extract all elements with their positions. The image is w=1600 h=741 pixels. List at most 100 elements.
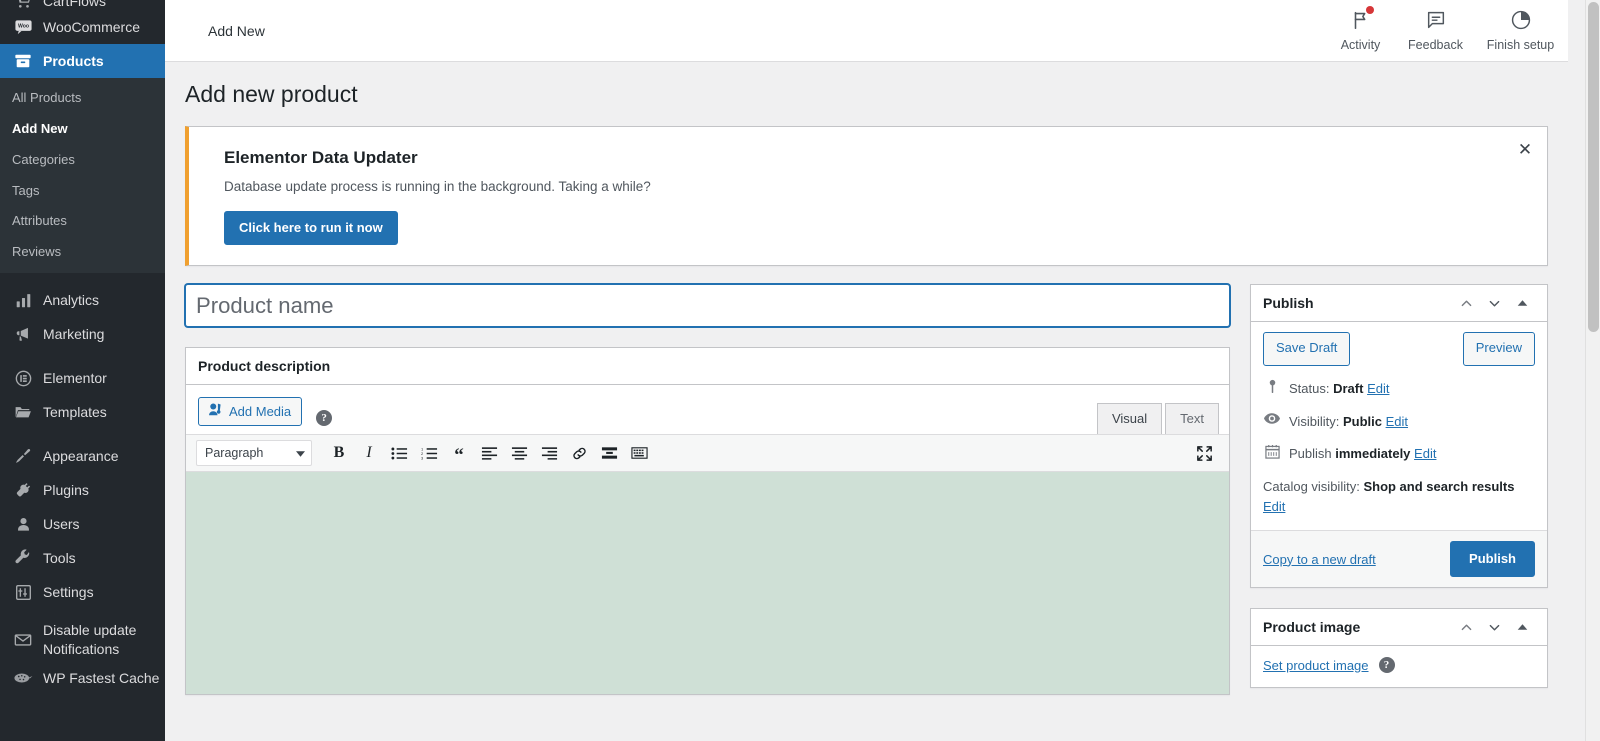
sidebar-item-appearance[interactable]: Appearance bbox=[0, 439, 165, 473]
topbar-finish-setup-button[interactable]: Finish setup bbox=[1473, 0, 1568, 61]
admin-content: Add new product Elementor Data Updater D… bbox=[165, 62, 1568, 741]
move-up-icon[interactable] bbox=[1453, 614, 1479, 640]
pin-icon bbox=[1263, 379, 1281, 394]
publish-time-row: Publish immediately Edit bbox=[1263, 444, 1535, 464]
sidebar-item-woocommerce[interactable]: Woo WooCommerce bbox=[0, 10, 165, 44]
submenu-item-tags[interactable]: Tags bbox=[0, 176, 165, 207]
visibility-edit-link[interactable]: Edit bbox=[1386, 414, 1408, 429]
blockquote-icon[interactable]: “ bbox=[444, 440, 474, 466]
align-right-icon[interactable] bbox=[534, 440, 564, 466]
add-media-button[interactable]: Add Media bbox=[198, 397, 303, 427]
description-editor: Add Media ? Visual Text Paragraph B I 1 … bbox=[186, 385, 1229, 695]
topbar-action-label: Finish setup bbox=[1486, 38, 1555, 52]
paragraph-format-select[interactable]: Paragraph bbox=[196, 440, 312, 467]
move-down-icon[interactable] bbox=[1481, 614, 1507, 640]
wrench-icon bbox=[12, 548, 34, 568]
visibility-text: Visibility: Public Edit bbox=[1289, 412, 1408, 432]
read-more-icon[interactable] bbox=[594, 440, 624, 466]
toolbar-toggle-icon[interactable] bbox=[624, 440, 654, 466]
chart-icon bbox=[12, 290, 34, 310]
paintbrush-icon bbox=[12, 446, 34, 466]
sidebar-item-label: Users bbox=[43, 515, 80, 532]
product-title-area bbox=[185, 284, 1230, 328]
menu-separator bbox=[0, 429, 165, 439]
align-left-icon[interactable] bbox=[474, 440, 504, 466]
bulleted-list-icon[interactable] bbox=[384, 440, 414, 466]
chevron-down-icon bbox=[296, 446, 305, 460]
sidebar-item-analytics[interactable]: Analytics bbox=[0, 283, 165, 317]
editor-toolbar: Paragraph B I 123 “ bbox=[186, 434, 1229, 473]
sidebar-item-marketing[interactable]: Marketing bbox=[0, 317, 165, 351]
align-center-icon[interactable] bbox=[504, 440, 534, 466]
distraction-free-mode-icon[interactable] bbox=[1189, 440, 1219, 466]
topbar-action-label: Activity bbox=[1340, 38, 1381, 52]
status-row: Status: Draft Edit bbox=[1263, 379, 1535, 399]
bold-icon[interactable]: B bbox=[324, 440, 354, 466]
sidebar-item-users[interactable]: Users bbox=[0, 507, 165, 541]
set-product-image-link[interactable]: Set product image bbox=[1263, 658, 1369, 673]
sidebar-item-wp-fastest-cache[interactable]: WP Fastest Cache bbox=[0, 661, 165, 695]
publish-time-edit-link[interactable]: Edit bbox=[1414, 446, 1436, 461]
submenu-item-attributes[interactable]: Attributes bbox=[0, 206, 165, 237]
menu-separator bbox=[0, 351, 165, 361]
save-draft-button[interactable]: Save Draft bbox=[1263, 332, 1351, 367]
product-description-title: Product description bbox=[198, 357, 331, 374]
help-icon[interactable]: ? bbox=[1378, 657, 1395, 674]
sidebar-item-elementor[interactable]: Elementor bbox=[0, 361, 165, 395]
topbar-activity-button[interactable]: Activity bbox=[1323, 0, 1398, 61]
preview-button[interactable]: Preview bbox=[1462, 332, 1535, 367]
submenu-item-categories[interactable]: Categories bbox=[0, 145, 165, 176]
woo-top-bar: Add New Activity Feedback Finish setup bbox=[165, 0, 1568, 62]
publish-box-actions bbox=[1453, 290, 1535, 316]
submenu-item-add-new[interactable]: Add New bbox=[0, 114, 165, 145]
sidebar-item-label: Analytics bbox=[43, 291, 100, 308]
tab-visual[interactable]: Visual bbox=[1096, 402, 1163, 435]
close-icon[interactable]: ✕ bbox=[1513, 138, 1537, 162]
notice-text: Database update process is running in th… bbox=[224, 178, 651, 194]
media-icon bbox=[208, 402, 223, 420]
help-icon[interactable]: ? bbox=[316, 410, 333, 427]
megaphone-icon bbox=[12, 324, 34, 344]
products-icon bbox=[12, 51, 34, 71]
copy-to-new-draft-link[interactable]: Copy to a new draft bbox=[1263, 552, 1376, 567]
numbered-list-icon[interactable]: 123 bbox=[414, 440, 444, 466]
move-up-icon[interactable] bbox=[1453, 290, 1479, 316]
vertical-scrollbar[interactable] bbox=[1585, 0, 1600, 741]
run-update-now-button[interactable]: Click here to run it now bbox=[224, 210, 398, 246]
topbar-actions: Activity Feedback Finish setup bbox=[1323, 0, 1568, 61]
sidebar-item-label: Marketing bbox=[43, 325, 105, 342]
catalog-visibility-edit-link[interactable]: Edit bbox=[1263, 499, 1285, 514]
submenu-item-reviews[interactable]: Reviews bbox=[0, 237, 165, 268]
insert-link-icon[interactable] bbox=[564, 440, 594, 466]
main-column: Product description Add Media ? bbox=[185, 284, 1230, 696]
sidebar-item-plugins[interactable]: Plugins bbox=[0, 473, 165, 507]
product-name-input[interactable] bbox=[185, 284, 1230, 328]
scrollbar-thumb[interactable] bbox=[1588, 2, 1599, 332]
move-down-icon[interactable] bbox=[1481, 290, 1507, 316]
admin-sidebar: CartFlows Woo WooCommerce Products All P… bbox=[0, 0, 165, 741]
sidebar-item-label: Appearance bbox=[43, 447, 119, 464]
add-media-label: Add Media bbox=[229, 403, 292, 419]
product-image-body: Set product image ? bbox=[1251, 646, 1547, 687]
sidebar-item-products[interactable]: Products bbox=[0, 44, 165, 78]
envelope-icon bbox=[12, 630, 34, 650]
editor-tools: Add Media ? Visual Text bbox=[186, 385, 1229, 435]
collapse-panel-icon[interactable] bbox=[1509, 614, 1535, 640]
collapse-panel-icon[interactable] bbox=[1509, 290, 1535, 316]
sidebar-item-templates[interactable]: Templates bbox=[0, 395, 165, 429]
submenu-item-all-products[interactable]: All Products bbox=[0, 83, 165, 114]
topbar-feedback-button[interactable]: Feedback bbox=[1398, 0, 1473, 61]
sidebar-item-disable-update-notifications[interactable]: Disable update Notifications bbox=[0, 619, 165, 661]
status-edit-link[interactable]: Edit bbox=[1367, 381, 1389, 396]
elementor-data-updater-notice: Elementor Data Updater Database update p… bbox=[185, 125, 1548, 267]
tab-text[interactable]: Text bbox=[1165, 402, 1219, 435]
description-editor-body[interactable] bbox=[186, 472, 1229, 695]
italic-icon[interactable]: I bbox=[354, 440, 384, 466]
minor-publishing-actions: Save Draft Preview bbox=[1263, 332, 1535, 367]
sidebar-item-tools[interactable]: Tools bbox=[0, 541, 165, 575]
sidebar-item-label: Products bbox=[43, 52, 104, 69]
sidebar-item-cartflows[interactable]: CartFlows bbox=[0, 0, 165, 10]
sidebar-item-settings[interactable]: Settings bbox=[0, 575, 165, 609]
publish-button[interactable]: Publish bbox=[1450, 540, 1535, 578]
cart-icon bbox=[12, 0, 34, 10]
